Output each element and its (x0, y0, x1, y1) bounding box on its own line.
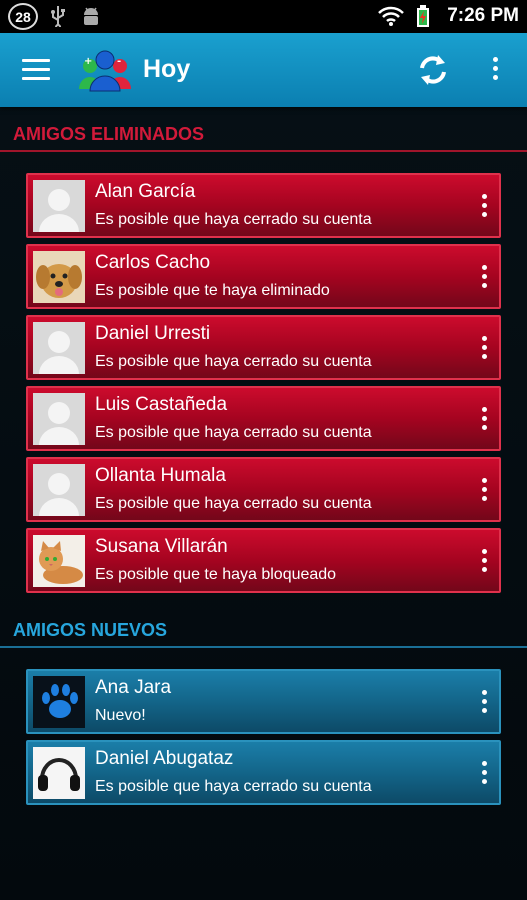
friend-name: Alan García (95, 181, 196, 202)
friend-name: Ollanta Humala (95, 465, 226, 486)
friend-card[interactable]: Luis Castañeda Es posible que haya cerrad… (26, 386, 501, 451)
default-avatar-icon (33, 464, 85, 516)
app-screen: 28 7:26 PM + - Hoy AMIGOS ELIMINADOS Ala… (0, 0, 527, 900)
friend-status: Es posible que haya cerrado su cuenta (95, 211, 372, 228)
status-bar: 28 7:26 PM (0, 0, 527, 33)
friend-status: Nuevo! (95, 707, 146, 724)
app-bar: + - Hoy (0, 33, 527, 107)
item-overflow-menu-icon[interactable] (479, 549, 489, 579)
item-overflow-menu-icon[interactable] (479, 336, 489, 366)
refresh-icon[interactable] (414, 51, 452, 94)
avatar (33, 251, 85, 303)
notification-count-badge: 28 (8, 3, 38, 30)
battery-icon (416, 5, 430, 33)
usb-icon (50, 5, 66, 32)
item-overflow-menu-icon[interactable] (479, 194, 489, 224)
friend-card[interactable]: Alan García Es posible que haya cerrado s… (26, 173, 501, 238)
friend-name: Ana Jara (95, 677, 172, 698)
wifi-icon (378, 5, 404, 32)
friend-status: Es posible que haya cerrado su cuenta (95, 424, 372, 441)
friend-status: Es posible que te haya eliminado (95, 282, 330, 299)
friend-status: Es posible que haya cerrado su cuenta (95, 353, 372, 370)
friend-name: Susana Villarán (95, 536, 228, 557)
svg-text:+: + (84, 56, 92, 67)
friend-status: Es posible que haya cerrado su cuenta (95, 495, 372, 512)
app-logo-icon: + - (77, 49, 133, 98)
friend-card[interactable]: Carlos Cacho Es posible que te haya elimi… (26, 244, 501, 309)
clock: 7:26 PM (447, 5, 519, 26)
item-overflow-menu-icon[interactable] (479, 761, 489, 791)
new-friends-list: Ana Jara Nuevo! Daniel Abugataz Es posible … (26, 669, 501, 811)
friend-card[interactable]: Daniel Urresti Es posible que haya cerrad… (26, 315, 501, 380)
section-header-removed-friends: AMIGOS ELIMINADOS (0, 116, 527, 152)
avatar (33, 535, 85, 587)
default-avatar-icon (33, 180, 85, 232)
friend-name: Daniel Abugataz (95, 748, 234, 769)
removed-friends-list: Alan García Es posible que haya cerrado s… (26, 173, 501, 599)
default-avatar-icon (33, 322, 85, 374)
svg-text:-: - (117, 56, 121, 67)
item-overflow-menu-icon[interactable] (479, 690, 489, 720)
section-header-new-friends: AMIGOS NUEVOS (0, 612, 527, 648)
page-title: Hoy (143, 55, 191, 83)
friend-status: Es posible que te haya bloqueado (95, 566, 337, 583)
friend-card[interactable]: Ana Jara Nuevo! (26, 669, 501, 734)
item-overflow-menu-icon[interactable] (479, 265, 489, 295)
friend-status: Es posible que haya cerrado su cuenta (95, 778, 372, 795)
android-debug-icon (80, 5, 102, 32)
avatar (33, 676, 85, 728)
avatar (33, 747, 85, 799)
friend-card[interactable]: Daniel Abugataz Es posible que haya cerra… (26, 740, 501, 805)
friend-card[interactable]: Susana Villarán Es posible que te haya bl… (26, 528, 501, 593)
item-overflow-menu-icon[interactable] (479, 478, 489, 508)
friend-name: Daniel Urresti (95, 323, 211, 344)
menu-icon[interactable] (22, 59, 50, 81)
friend-name: Carlos Cacho (95, 252, 211, 273)
overflow-menu-icon[interactable] (485, 57, 505, 85)
item-overflow-menu-icon[interactable] (479, 407, 489, 437)
friend-card[interactable]: Ollanta Humala Es posible que haya cerrad… (26, 457, 501, 522)
friend-name: Luis Castañeda (95, 394, 228, 415)
default-avatar-icon (33, 393, 85, 445)
